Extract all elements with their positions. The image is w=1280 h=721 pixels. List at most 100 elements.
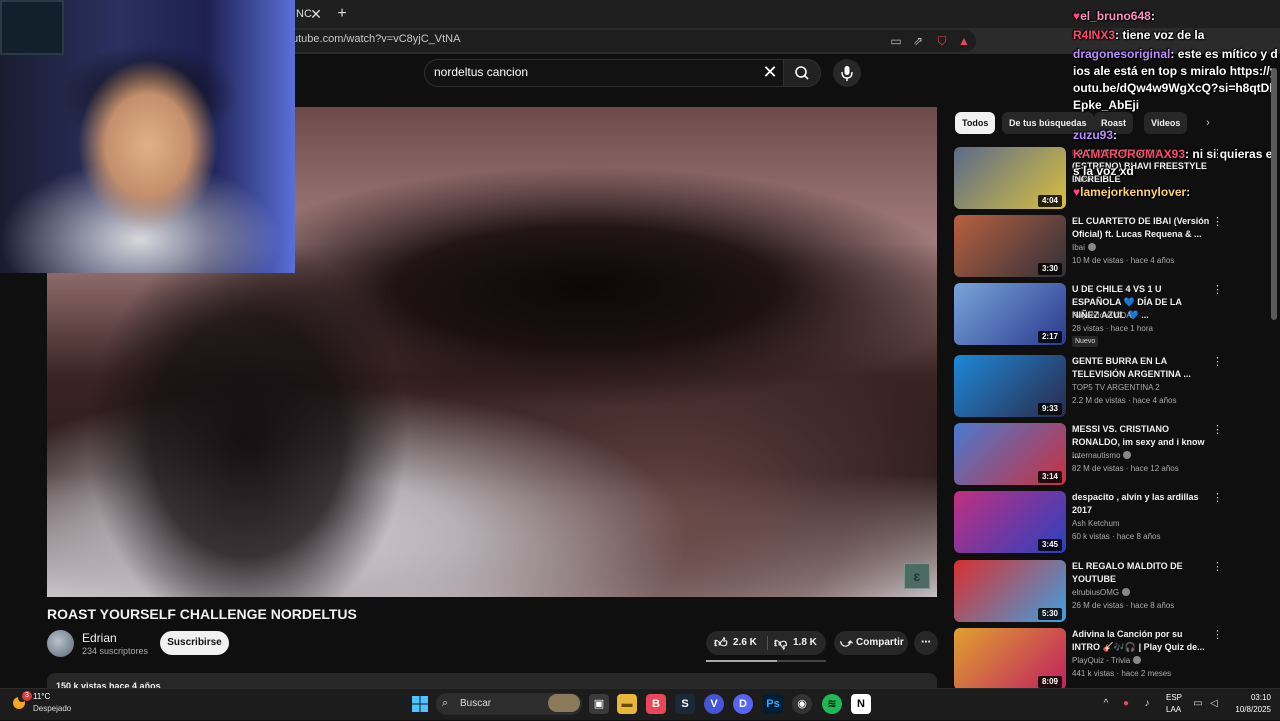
recommendation-title[interactable]: Adivina la Canción por su INTRO 🎸🎶🎧 | Pl… xyxy=(1072,628,1210,654)
cast-icon[interactable]: ▭ xyxy=(888,33,904,49)
verified-icon xyxy=(1087,243,1096,251)
recommendation-item[interactable]: 9:33 GENTE BURRA EN LA TELEVISIÓN ARGENTI… xyxy=(954,355,1223,419)
rewards-icon[interactable]: ▲ xyxy=(956,33,972,49)
share-button[interactable]: ⤻ Compartir xyxy=(834,631,908,655)
recommendation-title[interactable]: EL CUARTETO DE IBAI (Versión Oficial) ft… xyxy=(1072,215,1210,241)
spotify-icon[interactable]: ≋ xyxy=(822,694,842,714)
recommendation-meta: 441 k vistas · hace 2 meses xyxy=(1072,669,1172,678)
kebab-menu-icon[interactable]: ⋮ xyxy=(1212,562,1223,573)
share-label: Compartir xyxy=(856,637,904,648)
recommendation-item[interactable]: 8:09 Adivina la Canción por su INTRO 🎸🎶🎧 … xyxy=(954,628,1223,692)
chat-username: KAMAROROMAX93 xyxy=(1073,147,1186,161)
task-view-icon[interactable]: ▣ xyxy=(589,694,609,714)
new-tab-icon[interactable]: + xyxy=(332,4,352,24)
notification-badge: 3 xyxy=(22,691,32,701)
brave-browser-icon[interactable]: B xyxy=(646,694,666,714)
chat-message: R4INX3: tiene voz de la xyxy=(1073,27,1278,44)
recommendation-item[interactable]: 3:30 EL CUARTETO DE IBAI (Versión Oficial… xyxy=(954,215,1223,279)
recommendation-channel[interactable]: PlayQuiz - Trivia xyxy=(1072,656,1142,665)
recommendation-title[interactable]: GENTE BURRA EN LA TELEVISIÓN ARGENTINA .… xyxy=(1072,355,1210,381)
url-text: utube.com/watch?v=vC8yjC_VtNA xyxy=(292,33,461,45)
microphone-tray-icon[interactable]: ♪ xyxy=(1141,698,1153,710)
thumbs-up-icon[interactable]: 👍︎ xyxy=(714,631,728,655)
video-duration: 3:14 xyxy=(1038,471,1062,483)
obs-icon[interactable]: ◉ xyxy=(792,694,812,714)
brave-shield-icon[interactable]: ⛉ xyxy=(934,33,950,49)
recommendation-channel[interactable]: Ash Ketchum xyxy=(1072,519,1120,528)
search-input[interactable]: nordeltus cancion xyxy=(434,65,528,79)
channel-name[interactable]: Edrian xyxy=(82,631,117,645)
kebab-menu-icon[interactable]: ⋮ xyxy=(1212,630,1223,641)
clear-search-icon[interactable]: ✕ xyxy=(760,62,780,84)
more-icon: ⋯ xyxy=(921,637,931,648)
video-duration: 4:04 xyxy=(1038,195,1062,207)
recommendation-title[interactable]: EL REGALO MALDITO DE YOUTUBE xyxy=(1072,560,1210,586)
subscribe-button[interactable]: Suscribirse xyxy=(160,631,229,655)
channel-name-text: Ibai xyxy=(1072,243,1085,252)
video-duration: 8:09 xyxy=(1038,676,1062,688)
recommendation-item[interactable]: 2:17 U DE CHILE 4 VS 1 U ESPAÑOLA 💙 DÍA D… xyxy=(954,283,1223,347)
kebab-menu-icon[interactable]: ⋮ xyxy=(1212,217,1223,228)
page-scrollbar[interactable] xyxy=(1271,68,1277,320)
channel-name-text: Ash Ketchum xyxy=(1072,519,1120,528)
recommendation-channel[interactable]: elrubiusOMG xyxy=(1072,588,1131,597)
recommendation-item[interactable]: 3:45 despacito , alvin y las ardillas 201… xyxy=(954,491,1223,555)
channel-avatar[interactable] xyxy=(47,630,74,657)
tab-close-icon[interactable]: ✕ xyxy=(306,4,326,24)
chat-username: zuzu93 xyxy=(1073,128,1114,142)
kebab-menu-icon[interactable]: ⋮ xyxy=(1212,357,1223,368)
video-duration: 3:30 xyxy=(1038,263,1062,275)
like-count[interactable]: 2.6 K xyxy=(733,631,757,655)
recommendation-item[interactable]: 5:30 EL REGALO MALDITO DE YOUTUBE elrubius… xyxy=(954,560,1223,624)
recommendation-channel[interactable]: Internautismo xyxy=(1072,451,1132,460)
clock-date[interactable]: 10/8/2025 xyxy=(1226,705,1271,714)
tray-chevron-icon[interactable]: ^ xyxy=(1100,698,1112,710)
steam-icon[interactable]: S xyxy=(675,694,695,714)
chat-username: dragonesoriginal xyxy=(1073,47,1171,61)
recommendation-channel[interactable]: Rayando el CDA xyxy=(1072,311,1132,320)
mic-icon xyxy=(841,66,853,81)
kebab-menu-icon[interactable]: ⋮ xyxy=(1212,493,1223,504)
notion-icon[interactable]: N xyxy=(851,694,871,714)
volume-icon[interactable]: ◁ xyxy=(1208,698,1220,710)
discord-icon[interactable]: D xyxy=(733,694,753,714)
recommendation-meta: 26 M de vistas · hace 8 años xyxy=(1072,601,1175,610)
more-actions-button[interactable]: ⋯ xyxy=(914,631,938,655)
recommendation-item[interactable]: 3:14 MESSI VS. CRISTIANO RONALDO, im sexy… xyxy=(954,423,1223,487)
kebab-menu-icon[interactable]: ⋮ xyxy=(1212,285,1223,296)
recommendation-title[interactable]: despacito , alvin y las ardillas 2017 xyxy=(1072,491,1210,517)
voice-search-button[interactable] xyxy=(833,59,861,87)
chat-username: lamejorkennylover xyxy=(1080,185,1187,199)
file-explorer-icon[interactable]: ▬ xyxy=(617,694,637,714)
network-icon[interactable]: ▭ xyxy=(1192,698,1204,710)
video-title: ROAST YOURSELF CHALLENGE NORDELTUS xyxy=(47,606,357,622)
channel-watermark-icon[interactable]: ɛ xyxy=(904,563,930,589)
windows-start-icon[interactable] xyxy=(410,694,430,714)
tray-app-icon[interactable]: ● xyxy=(1120,698,1132,710)
taskbar-search-label: Buscar xyxy=(460,698,492,709)
kebab-menu-icon[interactable]: ⋮ xyxy=(1212,425,1223,436)
recommendation-channel[interactable]: TOP5 TV ARGENTINA 2 xyxy=(1072,383,1160,392)
keyboard-layout[interactable]: LAA xyxy=(1166,705,1181,714)
chat-message: dragonesoriginal: este es mítico y dios … xyxy=(1073,46,1278,114)
vpn-app-icon[interactable]: V xyxy=(704,694,724,714)
search-highlight-icon[interactable] xyxy=(548,694,580,712)
weather-status[interactable]: Despejado xyxy=(33,704,71,713)
streamer-webcam xyxy=(0,0,295,273)
recommendation-channel[interactable]: Ibai xyxy=(1072,243,1096,252)
language-code[interactable]: ESP xyxy=(1166,693,1182,702)
filter-chip[interactable]: Todos xyxy=(955,112,996,134)
like-dislike-pill: 👍︎ 2.6 K 👎︎ 1.8 K xyxy=(706,631,826,655)
webcam-monitor xyxy=(0,0,64,55)
clock-time[interactable]: 03:10 xyxy=(1231,693,1271,702)
share-page-icon[interactable]: ⇗ xyxy=(910,33,926,49)
weather-temp[interactable]: 11°C xyxy=(33,692,50,701)
chat-message: KAMAROROMAX93: ni si quieras es la voz x… xyxy=(1073,146,1278,180)
dislike-count[interactable]: 1.8 K xyxy=(793,631,817,655)
photoshop-icon[interactable]: Ps xyxy=(763,694,783,714)
video-duration: 3:45 xyxy=(1038,539,1062,551)
thumbs-down-icon[interactable]: 👎︎ xyxy=(774,631,787,655)
chat-message: ♥lamejorkennylover: xyxy=(1073,184,1278,201)
video-duration: 5:30 xyxy=(1038,608,1062,620)
search-button[interactable] xyxy=(783,59,821,87)
